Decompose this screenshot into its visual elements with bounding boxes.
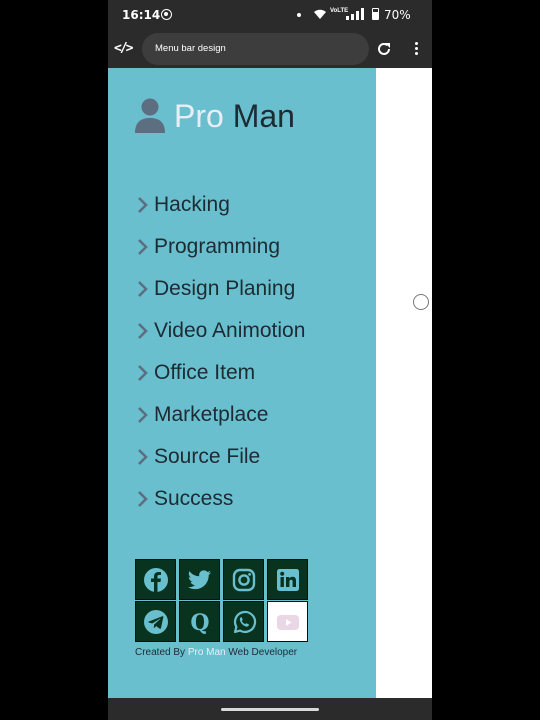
menu-item-label: Source File	[154, 445, 261, 468]
address-bar[interactable]: Menu bar design	[142, 33, 369, 65]
user-icon	[135, 98, 165, 133]
web-content: Pro Man Hacking Programming Design Plani…	[108, 68, 432, 698]
notification-dot-icon	[297, 13, 301, 17]
menu-item-source-file[interactable]: Source File	[136, 436, 305, 478]
facebook-icon	[143, 567, 168, 592]
chevron-right-icon	[138, 407, 148, 423]
chevron-right-icon	[138, 365, 148, 381]
site-code-icon[interactable]: </>	[114, 41, 134, 56]
brand-last-name: Man	[232, 98, 295, 134]
telegram-button[interactable]	[135, 601, 176, 642]
menu-item-hacking[interactable]: Hacking	[136, 184, 305, 226]
social-links: Q	[135, 559, 311, 643]
menu-item-video-animotion[interactable]: Video Animotion	[136, 310, 305, 352]
signal-icon	[346, 8, 364, 20]
battery-percent: 70%	[384, 8, 411, 22]
home-gesture-bar[interactable]	[221, 708, 319, 711]
chevron-right-icon	[138, 239, 148, 255]
menu-item-label: Programming	[154, 235, 281, 258]
menu-item-label: Video Animotion	[154, 319, 306, 342]
menu-item-marketplace[interactable]: Marketplace	[136, 394, 305, 436]
sidebar-menu: Hacking Programming Design Planing Video…	[136, 184, 305, 520]
svg-text:Q: Q	[190, 610, 209, 635]
instagram-button[interactable]	[223, 559, 264, 600]
chevron-right-icon	[138, 197, 148, 213]
menu-item-label: Office Item	[154, 361, 256, 384]
system-nav-bar	[108, 698, 432, 720]
linkedin-button[interactable]	[267, 559, 308, 600]
status-bar: 16:14 VoLTE 70%	[108, 0, 432, 30]
browser-toolbar: </> Menu bar design	[108, 30, 432, 68]
chevron-right-icon	[138, 281, 148, 297]
brand-first-name: Pro	[174, 98, 224, 134]
sidebar: Pro Man Hacking Programming Design Plani…	[108, 68, 376, 698]
twitter-button[interactable]	[179, 559, 220, 600]
menu-item-programming[interactable]: Programming	[136, 226, 305, 268]
twitter-icon	[187, 569, 211, 589]
quora-icon: Q	[190, 610, 209, 635]
menu-item-label: Marketplace	[154, 403, 269, 426]
more-options-icon[interactable]	[408, 40, 424, 60]
facebook-button[interactable]	[135, 559, 176, 600]
youtube-icon	[276, 614, 299, 630]
radio-circle-icon[interactable]	[413, 294, 429, 310]
chevron-right-icon	[138, 491, 148, 507]
menu-item-success[interactable]: Success	[136, 478, 305, 520]
menu-item-office-item[interactable]: Office Item	[136, 352, 305, 394]
menu-item-design-planing[interactable]: Design Planing	[136, 268, 305, 310]
whatsapp-button[interactable]	[223, 601, 264, 642]
chevron-right-icon	[138, 449, 148, 465]
footer-credit: Created By Pro Man Web Developer	[135, 647, 297, 658]
menu-item-label: Hacking	[154, 193, 230, 216]
brand-title: Pro Man	[174, 98, 295, 135]
phone-screen: 16:14 VoLTE 70% </> Menu bar design Pro …	[108, 0, 432, 720]
menu-item-label: Design Planing	[154, 277, 296, 300]
clock: 16:14	[122, 8, 161, 22]
screen-record-icon	[161, 9, 172, 20]
page-title-text: Menu bar design	[155, 43, 226, 54]
credit-author-link[interactable]: Pro Man	[188, 647, 226, 658]
menu-item-label: Success	[154, 487, 234, 510]
telegram-icon	[143, 609, 168, 634]
chevron-right-icon	[138, 323, 148, 339]
reload-icon[interactable]	[374, 39, 394, 59]
credit-suffix: Web Developer	[228, 647, 298, 658]
linkedin-icon	[276, 568, 299, 591]
wifi-icon	[314, 9, 326, 19]
credit-prefix: Created By	[135, 647, 186, 658]
instagram-icon	[232, 568, 255, 591]
battery-icon	[372, 8, 379, 20]
whatsapp-icon	[233, 610, 256, 633]
quora-button[interactable]: Q	[179, 601, 220, 642]
youtube-button[interactable]	[267, 601, 308, 642]
